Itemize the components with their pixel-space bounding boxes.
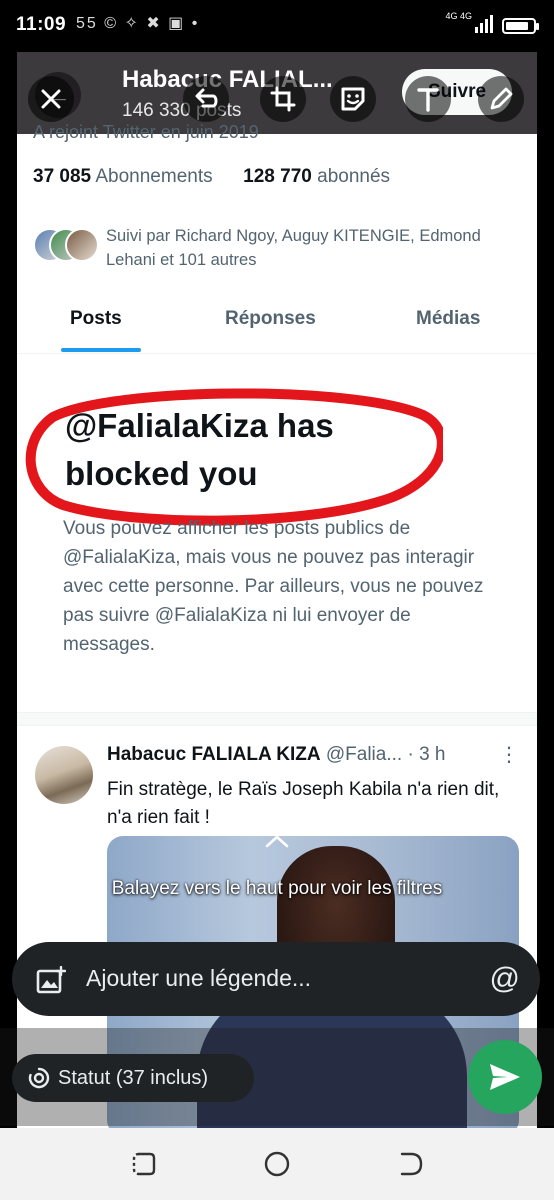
- chevron-up-icon: [265, 835, 289, 848]
- joined-date: A rejoint Twitter en juin 2019: [33, 122, 259, 142]
- status-bar: 11:09 55 © ✧ ✖ ▣ • 4G 4G: [0, 0, 554, 52]
- followed-by[interactable]: Suivi par Richard Ngoy, Auguy KITENGIE, …: [33, 224, 523, 272]
- tab-posts[interactable]: Posts: [70, 308, 122, 330]
- caption-bar: Ajouter une légende... @: [12, 942, 540, 1016]
- followers-label: abonnés: [317, 166, 391, 187]
- network-label: 4G 4G: [445, 11, 472, 21]
- blocked-description: Vous pouvez afficher les posts publics d…: [63, 518, 484, 655]
- tweet-time: · 3 h: [407, 744, 446, 765]
- following-stat[interactable]: 37 085 Abonnements: [33, 166, 213, 187]
- close-button[interactable]: [28, 76, 74, 122]
- send-icon: [490, 1064, 520, 1090]
- signal-bars-icon: [475, 15, 493, 33]
- undo-button[interactable]: [183, 76, 229, 122]
- tweet-header: Habacuc FALIALA KIZA @Falia... · 3 h: [107, 744, 446, 766]
- blocked-title: @FalialaKiza has blocked you: [65, 407, 334, 492]
- more-options-icon[interactable]: ⋮: [499, 742, 519, 767]
- pencil-icon: [490, 87, 513, 110]
- profile-tabs: Posts Réponses Médias: [17, 290, 537, 354]
- following-label: Abonnements: [95, 166, 213, 187]
- caption-input[interactable]: Ajouter une légende...: [86, 965, 311, 992]
- tweet-handle: @Falia...: [325, 744, 403, 765]
- followers-stat[interactable]: 128 770 abonnés: [243, 166, 390, 187]
- avatar[interactable]: [35, 746, 93, 804]
- notification-icons: 55 © ✧ ✖ ▣ •: [76, 15, 200, 32]
- crop-rotate-button[interactable]: [260, 76, 306, 122]
- followers-count: 128 770: [243, 166, 312, 187]
- tweet-text: Fin stratège, le Raïs Joseph Kabila n'a …: [107, 779, 500, 828]
- crop-rotate-icon: [270, 86, 296, 112]
- text-icon: [417, 88, 439, 112]
- tab-media[interactable]: Médias: [416, 308, 480, 330]
- following-count: 37 085: [33, 166, 92, 187]
- active-tab-indicator: [61, 348, 141, 352]
- mention-icon[interactable]: @: [490, 960, 520, 998]
- status-time: 11:09: [16, 14, 67, 35]
- section-divider: [17, 712, 537, 726]
- status-audience-button[interactable]: Statut (37 inclus): [12, 1054, 254, 1102]
- status-ring-icon: [28, 1067, 50, 1089]
- tweet-author[interactable]: Habacuc FALIALA KIZA: [107, 744, 321, 765]
- add-image-icon[interactable]: [36, 966, 66, 994]
- swipe-hint: Balayez vers le haut pour voir les filtr…: [111, 878, 443, 899]
- sticker-icon: [341, 87, 365, 111]
- follower-avatars: [33, 228, 103, 264]
- send-button[interactable]: [468, 1040, 542, 1114]
- followed-by-text: Suivi par Richard Ngoy, Auguy KITENGIE, …: [106, 227, 481, 269]
- close-icon: [41, 89, 61, 109]
- follow-stats: 37 085 Abonnements 128 770 abonnés: [33, 166, 390, 188]
- tab-replies[interactable]: Réponses: [225, 308, 316, 330]
- text-tool-button[interactable]: [405, 76, 451, 122]
- back-icon[interactable]: [397, 1150, 425, 1178]
- battery-level: [506, 22, 529, 30]
- home-icon[interactable]: [263, 1150, 291, 1178]
- sticker-button[interactable]: [330, 76, 376, 122]
- system-navigation-bar: [0, 1128, 554, 1200]
- battery-icon: [502, 18, 539, 34]
- recent-apps-icon[interactable]: [130, 1150, 158, 1178]
- undo-icon: [195, 88, 218, 108]
- avatar: [65, 228, 99, 262]
- status-label: Statut (37 inclus): [58, 1067, 209, 1089]
- draw-button[interactable]: [478, 76, 524, 122]
